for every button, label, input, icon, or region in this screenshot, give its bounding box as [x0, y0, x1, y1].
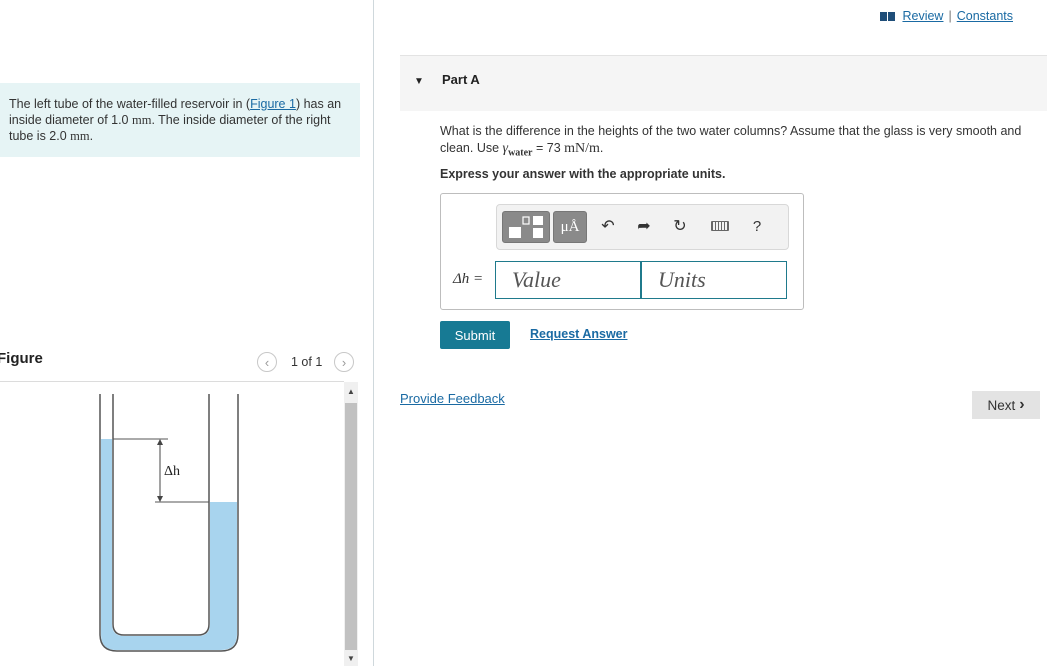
arrow-head-up-icon [157, 439, 163, 445]
submit-button[interactable]: Submit [440, 321, 510, 349]
problem-text-4: . [89, 129, 94, 143]
u-tube-figure: Δh [99, 394, 239, 652]
left-panel: The left tube of the water-filled reserv… [0, 0, 374, 666]
inner-tube-wall [112, 394, 210, 636]
constants-link[interactable]: Constants [957, 9, 1013, 23]
answer-box: μÅ ↶ ➦ ↻ ? Δh = [440, 193, 804, 310]
link-separator: | [948, 9, 952, 23]
part-title: Part A [442, 72, 480, 87]
arrow-head-down-icon [157, 496, 163, 502]
undo-icon[interactable]: ↶ [597, 214, 619, 238]
caret-down-icon[interactable]: ▼ [414, 76, 424, 87]
reset-icon[interactable]: ↻ [669, 214, 691, 238]
question-equals: = 73 [532, 141, 565, 155]
gamma-subscript: water [508, 147, 533, 159]
templates-icon [509, 216, 543, 238]
unit-mm: mm [70, 129, 90, 143]
templates-button[interactable] [502, 211, 550, 243]
scroll-up-icon[interactable]: ▲ [344, 382, 358, 400]
answer-instruction: Express your answer with the appropriate… [440, 167, 726, 181]
provide-feedback-link[interactable]: Provide Feedback [400, 391, 505, 406]
scroll-down-icon[interactable]: ▼ [344, 650, 358, 666]
problem-text-1: The left tube of the water-filled reserv… [9, 97, 251, 111]
units-input[interactable] [641, 261, 787, 299]
previous-figure-button[interactable]: ‹ [257, 352, 277, 372]
next-figure-button[interactable]: › [334, 352, 354, 372]
chevron-right-icon: › [341, 354, 347, 370]
question-end: . [599, 141, 604, 155]
keyboard-icon[interactable] [707, 214, 733, 238]
figure-link[interactable]: Figure 1 [250, 97, 296, 111]
question-text: What is the difference in the heights of… [440, 123, 1030, 162]
value-input[interactable] [495, 261, 641, 299]
book-icon [880, 11, 896, 21]
next-button[interactable]: Next › [972, 391, 1040, 419]
next-label: Next [987, 397, 1016, 413]
top-links: Review | Constants [880, 9, 1013, 23]
delta-h-label: Δh [164, 464, 180, 479]
figure-counter: 1 of 1 [291, 355, 323, 369]
column-divider [373, 0, 374, 666]
figure-divider [0, 381, 344, 382]
problem-statement: The left tube of the water-filled reserv… [0, 83, 360, 157]
chevron-right-icon: › [1019, 396, 1025, 413]
review-link[interactable]: Review [902, 9, 943, 23]
help-icon[interactable]: ? [747, 214, 767, 238]
variable-label: Δh = [453, 271, 484, 287]
part-header[interactable]: ▼ Part A [400, 55, 1047, 111]
unit-mn-per-m: mN/m [564, 141, 600, 156]
request-answer-link[interactable]: Request Answer [530, 327, 627, 341]
figure-heading: Figure [0, 350, 43, 367]
chevron-left-icon: ‹ [264, 354, 270, 370]
symbols-button[interactable]: μÅ [553, 211, 587, 243]
math-toolbar: μÅ ↶ ➦ ↻ ? [496, 204, 789, 250]
unit-mm: mm [132, 113, 152, 127]
scrollbar-thumb[interactable] [345, 403, 357, 650]
redo-icon[interactable]: ➦ [633, 214, 655, 238]
